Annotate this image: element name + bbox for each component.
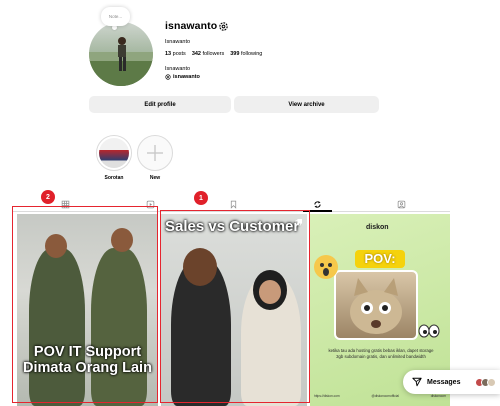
ad-cat-image: [334, 270, 418, 340]
edit-profile-button[interactable]: Edit profile: [89, 96, 231, 113]
ad-footer-instagram: @diskoncomofficial: [371, 394, 399, 398]
following-stat[interactable]: 399 following: [230, 51, 262, 57]
annotation-badge-2: 2: [41, 190, 55, 204]
send-icon: [412, 377, 422, 387]
bookmark-icon[interactable]: [229, 200, 238, 209]
ad-footer: https://diskon.com @diskoncomofficial di…: [314, 394, 446, 398]
highlight-sorotan-label: Sorotan: [104, 175, 124, 181]
bio-name: Isnawanto: [165, 66, 191, 72]
settings-gear-icon[interactable]: [218, 21, 229, 32]
annotation-frame-2: [12, 206, 158, 403]
tagged-icon[interactable]: [397, 200, 406, 209]
messages-label: Messages: [427, 378, 461, 386]
threads-handle: isnawanto: [173, 74, 200, 80]
highlight-sorotan[interactable]: [96, 135, 132, 171]
shocked-emoji-icon: [314, 255, 338, 279]
eyes-emoji-icon: [418, 324, 440, 338]
ad-footer-url: https://diskon.com: [314, 394, 340, 398]
avatar-photo: [89, 37, 153, 86]
highlight-cover: [99, 138, 129, 168]
profile-avatar[interactable]: [89, 22, 153, 86]
profile-username: isnawanto: [165, 20, 218, 32]
threads-icon: [165, 74, 171, 80]
ad-headline: POV:: [355, 250, 405, 268]
ad-body-text: ketika tau ada hosting gratis bebas ikla…: [328, 348, 434, 359]
reels-icon[interactable]: [313, 200, 322, 209]
threads-link[interactable]: isnawanto: [165, 74, 200, 80]
highlight-new-label: New: [149, 175, 161, 181]
message-avatars: [475, 377, 497, 387]
plus-icon: [147, 145, 163, 161]
messages-button[interactable]: Messages: [403, 370, 500, 394]
view-archive-button[interactable]: View archive: [234, 96, 379, 113]
profile-full-name: Isnawanto: [165, 39, 191, 45]
annotation-frame-1: [160, 210, 310, 403]
ad-brand-logo: diskon: [366, 224, 389, 231]
ad-footer-handle: diskoncom: [430, 394, 446, 398]
avatar: [487, 377, 497, 387]
note-bubble[interactable]: Note...: [101, 7, 130, 26]
profile-stats: 13 posts 342 followers 399 following: [165, 51, 262, 57]
followers-stat[interactable]: 342 followers: [192, 51, 224, 57]
cat-face-icon: [350, 278, 402, 334]
annotation-badge-1: 1: [194, 191, 208, 205]
posts-stat: 13 posts: [165, 51, 186, 57]
highlight-new[interactable]: [137, 135, 173, 171]
